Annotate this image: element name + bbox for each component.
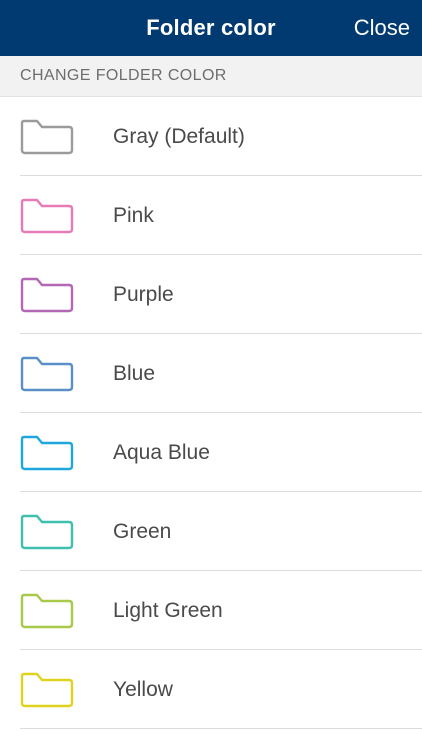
folder-icon <box>20 435 74 471</box>
folder-icon <box>20 593 74 629</box>
color-option-blue[interactable]: Blue <box>0 334 422 413</box>
color-option-label: Yellow <box>113 677 173 701</box>
color-option-label: Pink <box>113 203 154 227</box>
folder-icon <box>20 672 74 708</box>
color-option-green[interactable]: Green <box>0 492 422 571</box>
folder-icon <box>20 277 74 313</box>
color-option-yellow[interactable]: Yellow <box>0 650 422 729</box>
folder-color-list: Gray (Default) Pink Purple Blue Aqua Blu… <box>0 97 422 729</box>
folder-icon <box>20 198 74 234</box>
color-option-label: Light Green <box>113 598 223 622</box>
color-option-purple[interactable]: Purple <box>0 255 422 334</box>
color-option-label: Green <box>113 519 172 543</box>
folder-icon <box>20 119 74 155</box>
color-option-gray[interactable]: Gray (Default) <box>0 97 422 176</box>
color-option-label: Gray (Default) <box>113 124 245 148</box>
color-option-label: Blue <box>113 361 156 385</box>
section-header: CHANGE FOLDER COLOR <box>0 56 422 97</box>
folder-icon <box>20 356 74 392</box>
navigation-bar: Folder color Close <box>0 0 422 56</box>
section-title: CHANGE FOLDER COLOR <box>20 67 227 84</box>
color-option-label: Aqua Blue <box>113 440 210 464</box>
color-option-pink[interactable]: Pink <box>0 176 422 255</box>
page-title: Folder color <box>146 15 276 40</box>
color-option-aqua-blue[interactable]: Aqua Blue <box>0 413 422 492</box>
color-option-label: Purple <box>113 282 174 306</box>
folder-icon <box>20 514 74 550</box>
close-button[interactable]: Close <box>354 0 410 56</box>
color-option-light-green[interactable]: Light Green <box>0 571 422 650</box>
